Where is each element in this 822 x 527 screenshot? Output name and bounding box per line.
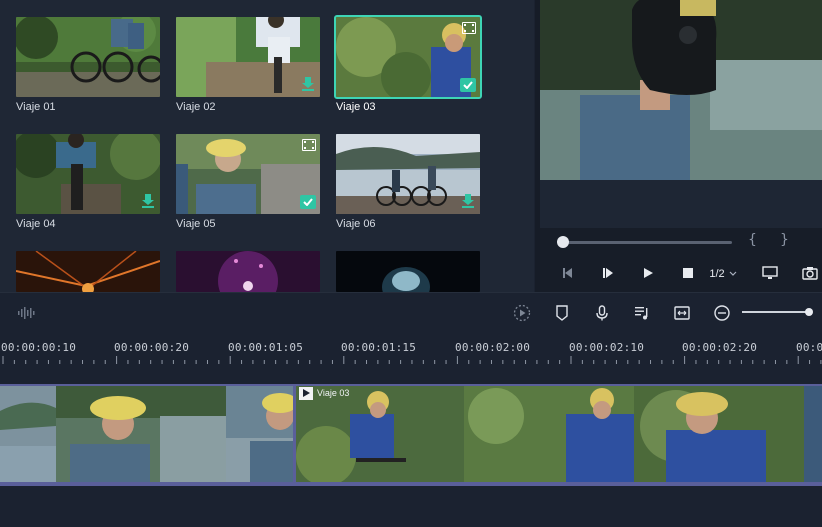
zoom-slider-knob[interactable] bbox=[805, 308, 813, 316]
chevron-down-icon bbox=[729, 271, 737, 276]
download-icon[interactable] bbox=[302, 77, 314, 91]
playhead-knob[interactable] bbox=[557, 236, 569, 248]
media-thumbnail-viaje-04[interactable] bbox=[16, 134, 160, 214]
music-list-icon bbox=[635, 307, 648, 320]
audio-mixer-button[interactable] bbox=[632, 303, 652, 323]
zoom-slider-track[interactable] bbox=[742, 311, 810, 313]
monitor-icon bbox=[762, 266, 778, 279]
audio-waveform-button[interactable] bbox=[16, 303, 36, 323]
timecode-label: 00:00 bbox=[796, 341, 822, 354]
microphone-icon bbox=[596, 305, 608, 321]
stop-button[interactable] bbox=[678, 258, 698, 288]
media-label: Viaje 04 bbox=[16, 218, 56, 230]
play-button[interactable] bbox=[638, 258, 658, 288]
media-thumbnail-effect-1[interactable] bbox=[16, 251, 160, 292]
render-preview-button[interactable] bbox=[512, 303, 532, 323]
media-thumbnail-viaje-01[interactable] bbox=[16, 17, 160, 97]
preview-panel: { } 1/2 bbox=[540, 0, 822, 292]
previous-frame-button[interactable] bbox=[558, 258, 578, 288]
media-label: Viaje 02 bbox=[176, 101, 216, 113]
timeline-clip-next[interactable] bbox=[804, 386, 822, 482]
media-thumbnail-viaje-06[interactable] bbox=[336, 134, 480, 214]
next-frame-button[interactable] bbox=[598, 258, 618, 288]
add-marker-button[interactable] bbox=[552, 303, 572, 323]
preview-controls-area bbox=[540, 180, 822, 228]
timeline-clip-viaje-05[interactable] bbox=[0, 386, 293, 482]
video-type-icon bbox=[462, 22, 476, 34]
checkmark-icon bbox=[300, 195, 316, 209]
timeline-toolbar bbox=[0, 292, 822, 332]
clip-name: Viaje 03 bbox=[317, 388, 350, 398]
record-voiceover-button[interactable] bbox=[592, 303, 612, 323]
media-thumbnail-viaje-05[interactable] bbox=[176, 134, 320, 214]
media-label: Viaje 05 bbox=[176, 218, 216, 230]
timeline-ruler[interactable]: 00:00:00:10 00:00:00:20 00:00:01:05 00:0… bbox=[0, 332, 822, 382]
timecode-label: 00:00:00:20 bbox=[114, 341, 190, 354]
video-editor-window: Viaje 01 Viaje 02 Viaje 03 Viaje 04 Viaj… bbox=[0, 0, 822, 527]
download-icon[interactable] bbox=[142, 194, 154, 208]
minus-circle-icon bbox=[714, 305, 730, 321]
fit-width-icon bbox=[674, 306, 690, 320]
download-icon[interactable] bbox=[462, 194, 474, 208]
timecode-label: 00:00:01:05 bbox=[228, 341, 304, 354]
stop-icon bbox=[683, 268, 693, 278]
video-type-icon bbox=[302, 139, 316, 151]
ruler-ticks bbox=[2, 356, 822, 364]
preview-quality-value: 1/2 bbox=[709, 268, 725, 280]
marker-icon bbox=[556, 305, 568, 321]
mark-out-button[interactable]: } bbox=[780, 232, 789, 248]
timeline-clip-viaje-03[interactable] bbox=[296, 386, 804, 482]
waveform-icon bbox=[18, 307, 35, 319]
snapshot-button[interactable] bbox=[798, 258, 822, 288]
timecode-label: 00:00:00:10 bbox=[1, 341, 77, 354]
media-thumbnail-effect-3[interactable] bbox=[336, 251, 480, 292]
play-icon bbox=[644, 268, 653, 278]
timecode-label: 00:00:02:10 bbox=[569, 341, 645, 354]
display-settings-button[interactable] bbox=[758, 258, 782, 288]
media-library: Viaje 01 Viaje 02 Viaje 03 Viaje 04 Viaj… bbox=[0, 0, 534, 292]
play-icon bbox=[299, 386, 313, 400]
zoom-out-button[interactable] bbox=[712, 303, 732, 323]
fit-timeline-button[interactable] bbox=[672, 303, 692, 323]
mark-in-button[interactable]: { bbox=[748, 232, 757, 248]
render-icon bbox=[513, 304, 531, 322]
preview-quality-dropdown[interactable]: 1/2 bbox=[700, 264, 746, 284]
preview-video bbox=[540, 0, 822, 180]
media-thumbnail-viaje-02[interactable] bbox=[176, 17, 320, 97]
media-label: Viaje 01 bbox=[16, 101, 56, 113]
timecode-label: 00:00:02:00 bbox=[455, 341, 531, 354]
empty-track-area bbox=[0, 486, 822, 527]
clip-header: Viaje 03 bbox=[299, 386, 349, 400]
timeline-tracks: Viaje 03 bbox=[0, 382, 822, 527]
timecode-label: 00:00:02:20 bbox=[682, 341, 758, 354]
step-back-icon bbox=[563, 268, 572, 278]
media-thumbnail-viaje-03[interactable] bbox=[334, 15, 482, 99]
media-label: Viaje 06 bbox=[336, 218, 376, 230]
camera-icon bbox=[802, 267, 818, 280]
checkmark-icon bbox=[460, 78, 476, 92]
media-thumbnail-effect-2[interactable] bbox=[176, 251, 320, 292]
step-forward-icon bbox=[603, 268, 613, 278]
media-label: Viaje 03 bbox=[336, 101, 376, 113]
timecode-label: 00:00:01:15 bbox=[341, 341, 417, 354]
playback-scrubber[interactable] bbox=[562, 241, 732, 244]
